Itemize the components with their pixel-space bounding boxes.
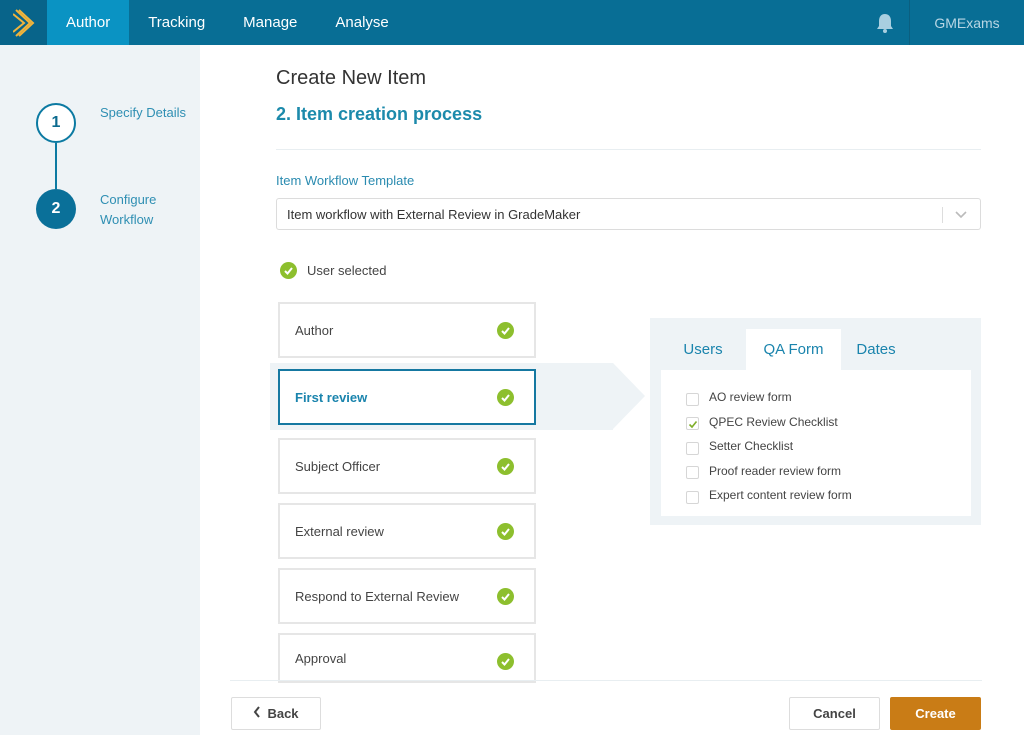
grademaker-logo-icon[interactable] xyxy=(0,0,47,45)
section-title: 2. Item creation process xyxy=(276,104,483,124)
qa-form-option[interactable]: Expert content review form xyxy=(661,483,971,508)
workflow-template-select[interactable]: Item workflow with External Review in Gr… xyxy=(276,198,981,230)
step-2-label: Configure Workflow xyxy=(100,192,157,227)
wizard-sidebar: 1 Specify Details 2 Configure Workflow xyxy=(0,45,200,735)
bell-icon[interactable] xyxy=(861,0,909,45)
check-circle-icon xyxy=(497,458,514,475)
checkbox[interactable] xyxy=(686,392,699,406)
qa-form-list: AO review form QPEC Review Checklist Set… xyxy=(661,370,971,516)
checkbox[interactable] xyxy=(686,441,699,455)
page-title: Create New Item xyxy=(276,67,427,89)
chevron-left-icon xyxy=(253,706,261,721)
checkbox[interactable] xyxy=(686,490,699,504)
step-2-indicator: 2 xyxy=(36,189,76,229)
check-circle-icon xyxy=(497,389,514,406)
check-circle-icon xyxy=(497,588,514,605)
chevron-down-icon[interactable] xyxy=(953,205,969,226)
qa-form-label: Expert content review form xyxy=(709,488,852,503)
back-label: Back xyxy=(267,706,299,721)
step-1-label[interactable]: Specify Details xyxy=(100,103,190,123)
nav-author[interactable]: Author xyxy=(47,0,130,45)
tab-qa-form[interactable]: QA Form xyxy=(746,329,841,370)
panel-tabs: Users QA Form Dates xyxy=(650,329,911,370)
workflow-step-subject-officer[interactable]: Subject Officer xyxy=(278,438,536,494)
select-separator xyxy=(942,207,943,223)
qa-form-option[interactable]: Setter Checklist xyxy=(661,434,971,459)
workflow-step-first-review[interactable]: First review xyxy=(278,369,536,425)
check-circle-icon xyxy=(497,653,514,670)
workflow-step-label: Author xyxy=(295,322,334,338)
step-connector xyxy=(55,143,57,189)
qa-form-option[interactable]: Proof reader review form xyxy=(661,459,971,484)
footer-divider xyxy=(230,680,982,681)
cancel-button[interactable]: Cancel xyxy=(789,697,880,730)
tab-dates[interactable]: Dates xyxy=(841,329,911,370)
qa-form-label: AO review form xyxy=(709,390,792,405)
top-navigation: Author Tracking Manage Analyse GMExams xyxy=(0,0,1024,45)
workflow-step-author[interactable]: Author xyxy=(278,302,536,358)
workflow-step-label: External review xyxy=(295,523,384,539)
workflow-step-label: Approval xyxy=(295,650,347,666)
nav-tracking[interactable]: Tracking xyxy=(129,0,224,45)
create-button[interactable]: Create xyxy=(890,697,981,730)
checkmark-icon xyxy=(688,420,697,428)
back-button[interactable]: Back xyxy=(231,697,321,730)
template-label: Item Workflow Template xyxy=(276,173,415,188)
checkbox[interactable] xyxy=(686,466,699,480)
legend: User selected xyxy=(280,262,386,279)
check-circle-icon xyxy=(280,262,297,279)
account-menu[interactable]: GMExams xyxy=(910,0,1024,45)
workflow-step-approval[interactable]: Approval xyxy=(278,633,536,683)
tab-users[interactable]: Users xyxy=(650,329,746,370)
selected-step-arrow xyxy=(613,363,645,429)
workflow-step-label: Subject Officer xyxy=(295,458,381,474)
workflow-step-respond-external-review[interactable]: Respond to External Review xyxy=(278,568,536,624)
step-1-indicator[interactable]: 1 xyxy=(36,103,76,143)
workflow-template-value: Item workflow with External Review in Gr… xyxy=(287,206,581,222)
qa-form-label: QPEC Review Checklist xyxy=(709,414,838,429)
qa-form-option[interactable]: AO review form xyxy=(661,385,971,410)
nav-analyse[interactable]: Analyse xyxy=(316,0,407,45)
check-circle-icon xyxy=(497,523,514,540)
qa-form-label: Setter Checklist xyxy=(709,439,794,454)
step-settings-panel: Users QA Form Dates AO review form QPEC … xyxy=(650,318,981,525)
nav-manage[interactable]: Manage xyxy=(224,0,316,45)
workflow-step-label: Respond to External Review xyxy=(295,588,460,604)
workflow-step-label: First review xyxy=(295,389,368,405)
legend-label: User selected xyxy=(307,263,387,278)
qa-form-label: Proof reader review form xyxy=(709,463,842,478)
header-divider xyxy=(276,149,981,150)
checkbox-checked[interactable] xyxy=(686,417,699,431)
qa-form-option[interactable]: QPEC Review Checklist xyxy=(661,410,971,435)
workflow-step-external-review[interactable]: External review xyxy=(278,503,536,559)
check-circle-icon xyxy=(497,322,514,339)
